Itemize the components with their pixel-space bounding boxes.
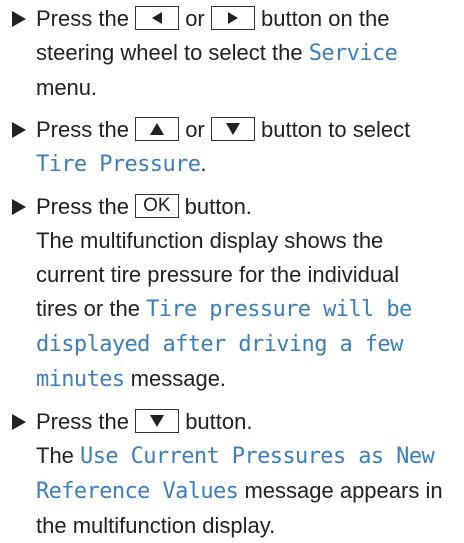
- step-text: Press the: [36, 409, 129, 434]
- ok-button: OK: [135, 194, 179, 219]
- step-4-result: The Use Current Pressures as New Referen…: [0, 439, 446, 543]
- step-text: Press the: [36, 117, 129, 142]
- or-text: or: [185, 6, 205, 31]
- step-3: Press the OK button.: [0, 190, 446, 224]
- step-text: button.: [184, 194, 252, 219]
- step-text: Press the: [36, 6, 129, 31]
- right-arrow-bullet-icon: [8, 190, 30, 224]
- step-text: .: [200, 151, 207, 176]
- right-triangle-icon: [227, 12, 238, 25]
- down-triangle-icon: [150, 415, 165, 428]
- step-text: button to select: [261, 117, 411, 142]
- right-button: [210, 6, 255, 31]
- right-arrow-bullet-icon: [8, 113, 30, 147]
- step-4: Press the button.: [0, 405, 446, 439]
- step-text: button.: [185, 409, 253, 434]
- step-text: Press the: [36, 194, 129, 219]
- result-text: The: [36, 443, 74, 468]
- down-button: [210, 117, 255, 142]
- step-1: Press the or button on the steering whee…: [0, 2, 446, 105]
- step-2: Press the or button to select Tire Press…: [0, 113, 446, 182]
- right-arrow-bullet-icon: [8, 405, 30, 439]
- down-triangle-icon: [225, 123, 240, 136]
- display-menu-name: Tire Pressure: [36, 152, 201, 177]
- left-button: [135, 6, 180, 31]
- left-triangle-icon: [152, 12, 163, 25]
- down-button: [135, 409, 180, 434]
- instructions: Press the or button on the steering whee…: [0, 0, 464, 543]
- step-3-result: The multifunction display shows the curr…: [0, 224, 446, 397]
- step-text: menu.: [36, 75, 98, 100]
- up-button: [135, 117, 180, 142]
- result-text: message.: [130, 366, 227, 391]
- display-menu-name: Service: [308, 41, 398, 66]
- or-text: or: [185, 117, 205, 142]
- right-arrow-bullet-icon: [8, 2, 30, 36]
- up-triangle-icon: [150, 123, 165, 136]
